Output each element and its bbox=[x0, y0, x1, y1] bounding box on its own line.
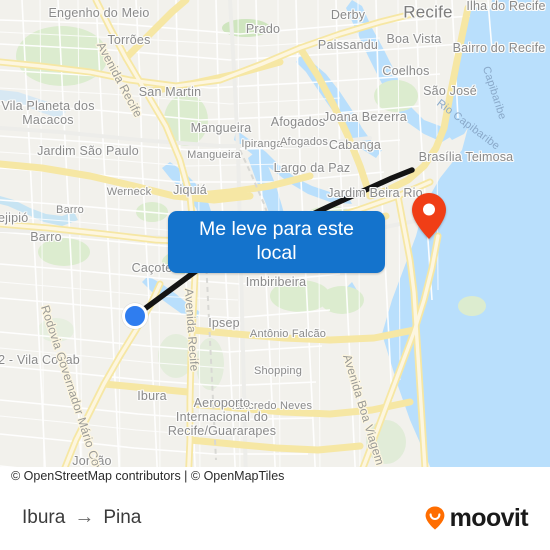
map-canvas[interactable]: Engenho do Meio Prado Derby Recife Ilha do R… bbox=[0, 0, 550, 486]
moovit-pin-icon bbox=[425, 506, 445, 530]
arrow-right-icon: → bbox=[74, 506, 95, 528]
take-me-here-callout-button[interactable]: Me leve para este local bbox=[168, 211, 385, 273]
moovit-logo[interactable]: moovit bbox=[422, 503, 529, 533]
map-pin-icon bbox=[412, 193, 446, 239]
route-origin-label: Ibura bbox=[22, 507, 66, 528]
route-destination-label: Pina bbox=[103, 507, 142, 528]
footer-bar: Ibura → Pina moovit bbox=[0, 486, 550, 550]
route-summary: Ibura → Pina bbox=[22, 507, 141, 529]
origin-marker[interactable] bbox=[122, 303, 148, 329]
moovit-wordmark: moovit bbox=[449, 503, 529, 532]
moovit-map-screenshot: Engenho do Meio Prado Derby Recife Ilha do R… bbox=[0, 0, 550, 550]
map-attribution: © OpenStreetMap contributors | © OpenMap… bbox=[0, 467, 550, 486]
callout-label: Me leve para este local bbox=[198, 218, 354, 264]
